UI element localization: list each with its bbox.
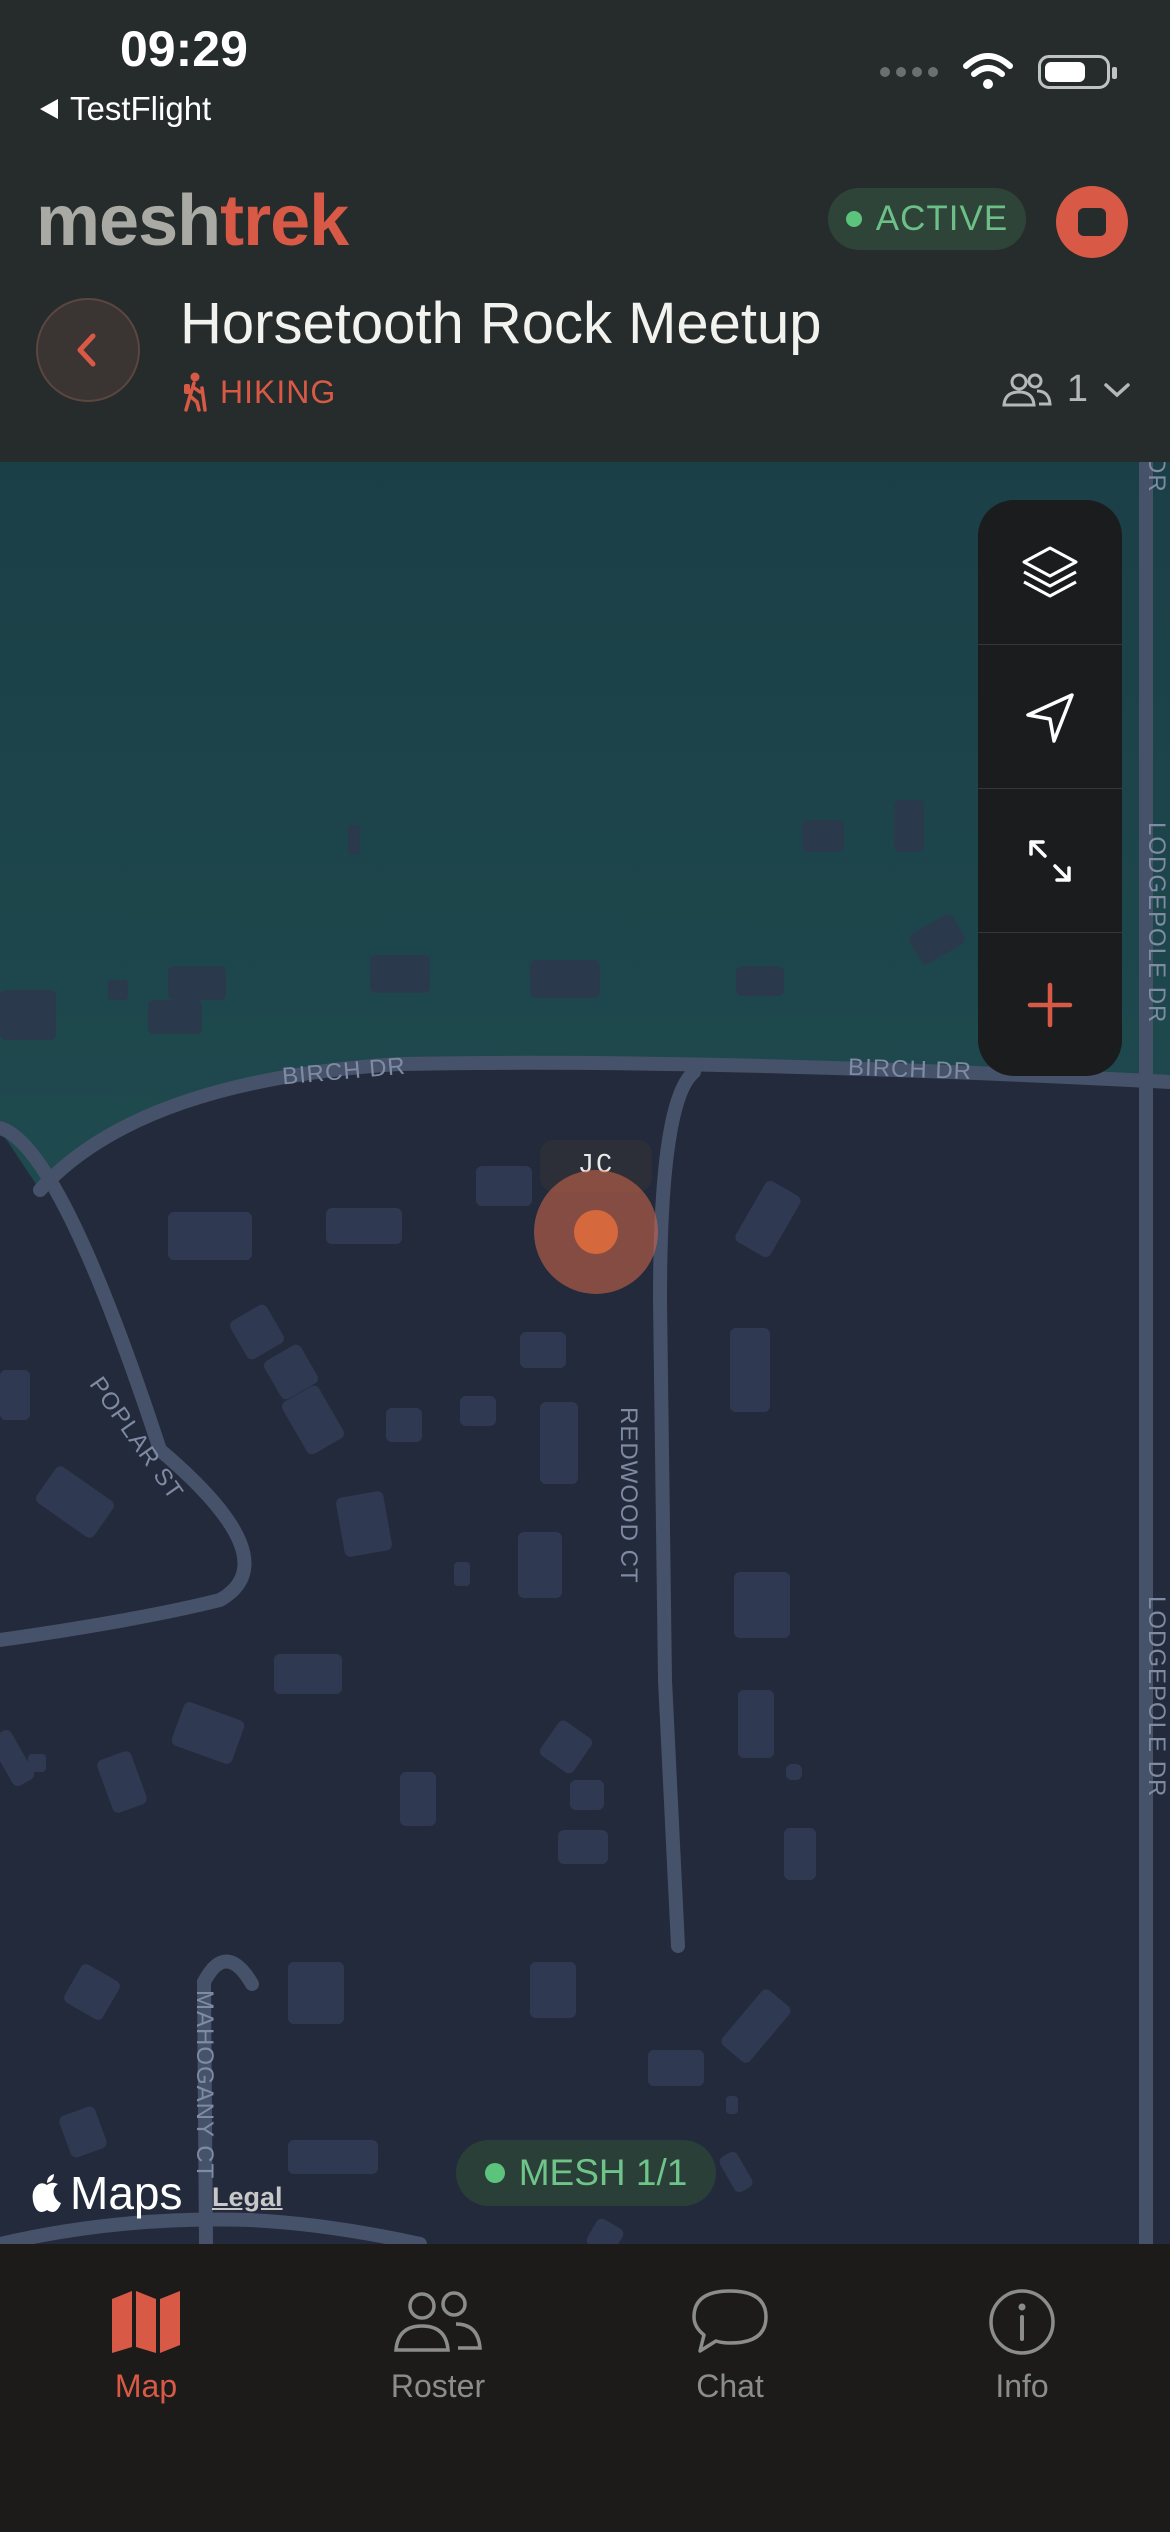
status-time: 09:29 [120, 21, 248, 77]
stop-icon [1078, 208, 1106, 236]
mesh-status-label: MESH 1/1 [518, 2152, 688, 2193]
map-icon [112, 2291, 180, 2353]
app-logo: meshtrek [36, 180, 349, 262]
chat-bubble-icon [692, 2289, 768, 2353]
layers-icon [1022, 546, 1078, 598]
user-location-marker[interactable] [574, 1210, 618, 1254]
status-indicators [880, 52, 1117, 92]
back-to-app-link[interactable]: TestFlight [38, 90, 211, 128]
expand-icon [1029, 839, 1071, 882]
people-icon [394, 2291, 482, 2352]
layers-button[interactable] [978, 500, 1122, 644]
tab-roster-label: Roster [390, 2368, 486, 2404]
legal-link[interactable]: Legal [212, 2182, 283, 2213]
chevron-down-icon [1104, 382, 1130, 397]
street-label-mahogany: MAHOGANY CT [191, 1990, 218, 2180]
apple-maps-logo: Maps [30, 2166, 182, 2220]
battery-icon [1038, 55, 1117, 89]
apple-icon [32, 2174, 61, 2212]
tab-map[interactable]: Map [0, 2244, 292, 2444]
wifi-icon [963, 53, 1013, 89]
logo-mesh: mesh [36, 181, 221, 261]
street-label-birch-right: BIRCH DR [847, 1053, 973, 1086]
chevron-left-icon [77, 333, 96, 367]
cellular-signal-icon [880, 67, 938, 77]
locate-icon [1026, 692, 1074, 743]
street-label-edge: DR [1143, 462, 1170, 493]
locate-button[interactable] [978, 644, 1122, 788]
info-icon [989, 2289, 1055, 2355]
activity-type: HIKING [180, 372, 336, 412]
mesh-status-badge[interactable]: MESH 1/1 [456, 2140, 716, 2206]
map-controls [978, 500, 1122, 1076]
tab-chat[interactable]: Chat [584, 2244, 876, 2444]
activity-label: HIKING [220, 373, 337, 410]
active-dot-icon [845, 211, 862, 227]
tab-info-label: Info [995, 2368, 1049, 2404]
tab-info[interactable]: Info [876, 2244, 1168, 2444]
street-label-redwood: REDWOOD CT [615, 1407, 642, 1584]
people-icon [1002, 373, 1052, 406]
street-label-lodgepole-top: LODGEPOLE DR [1143, 822, 1170, 1024]
status-badge: ACTIVE [828, 188, 1026, 250]
stop-button[interactable] [1056, 186, 1128, 258]
tab-bar: Map Roster Chat Info [0, 2244, 1170, 2532]
app-header: 09:29 TestFlight meshtrek ACTIVE Horseto… [0, 0, 1170, 462]
status-badge-label: ACTIVE [875, 199, 1009, 238]
expand-button[interactable] [978, 788, 1122, 932]
add-icon [1027, 982, 1073, 1027]
maps-attribution: Maps [70, 2167, 183, 2219]
tab-chat-label: Chat [696, 2368, 764, 2404]
back-triangle-icon [40, 99, 58, 119]
add-button[interactable] [978, 932, 1122, 1076]
mesh-dot-icon [484, 2163, 505, 2183]
members-dropdown[interactable]: 1 [1001, 368, 1132, 411]
back-app-label: TestFlight [70, 90, 212, 127]
tab-roster[interactable]: Roster [292, 2244, 584, 2444]
back-button[interactable] [36, 298, 140, 402]
hiker-icon [184, 372, 207, 412]
tab-map-label: Map [114, 2368, 178, 2404]
member-count: 1 [1066, 368, 1088, 410]
street-label-lodgepole-bottom: LODGEPOLE DR [1143, 1596, 1170, 1798]
page-title: Horsetooth Rock Meetup [180, 291, 822, 356]
logo-trek: trek [220, 181, 349, 261]
